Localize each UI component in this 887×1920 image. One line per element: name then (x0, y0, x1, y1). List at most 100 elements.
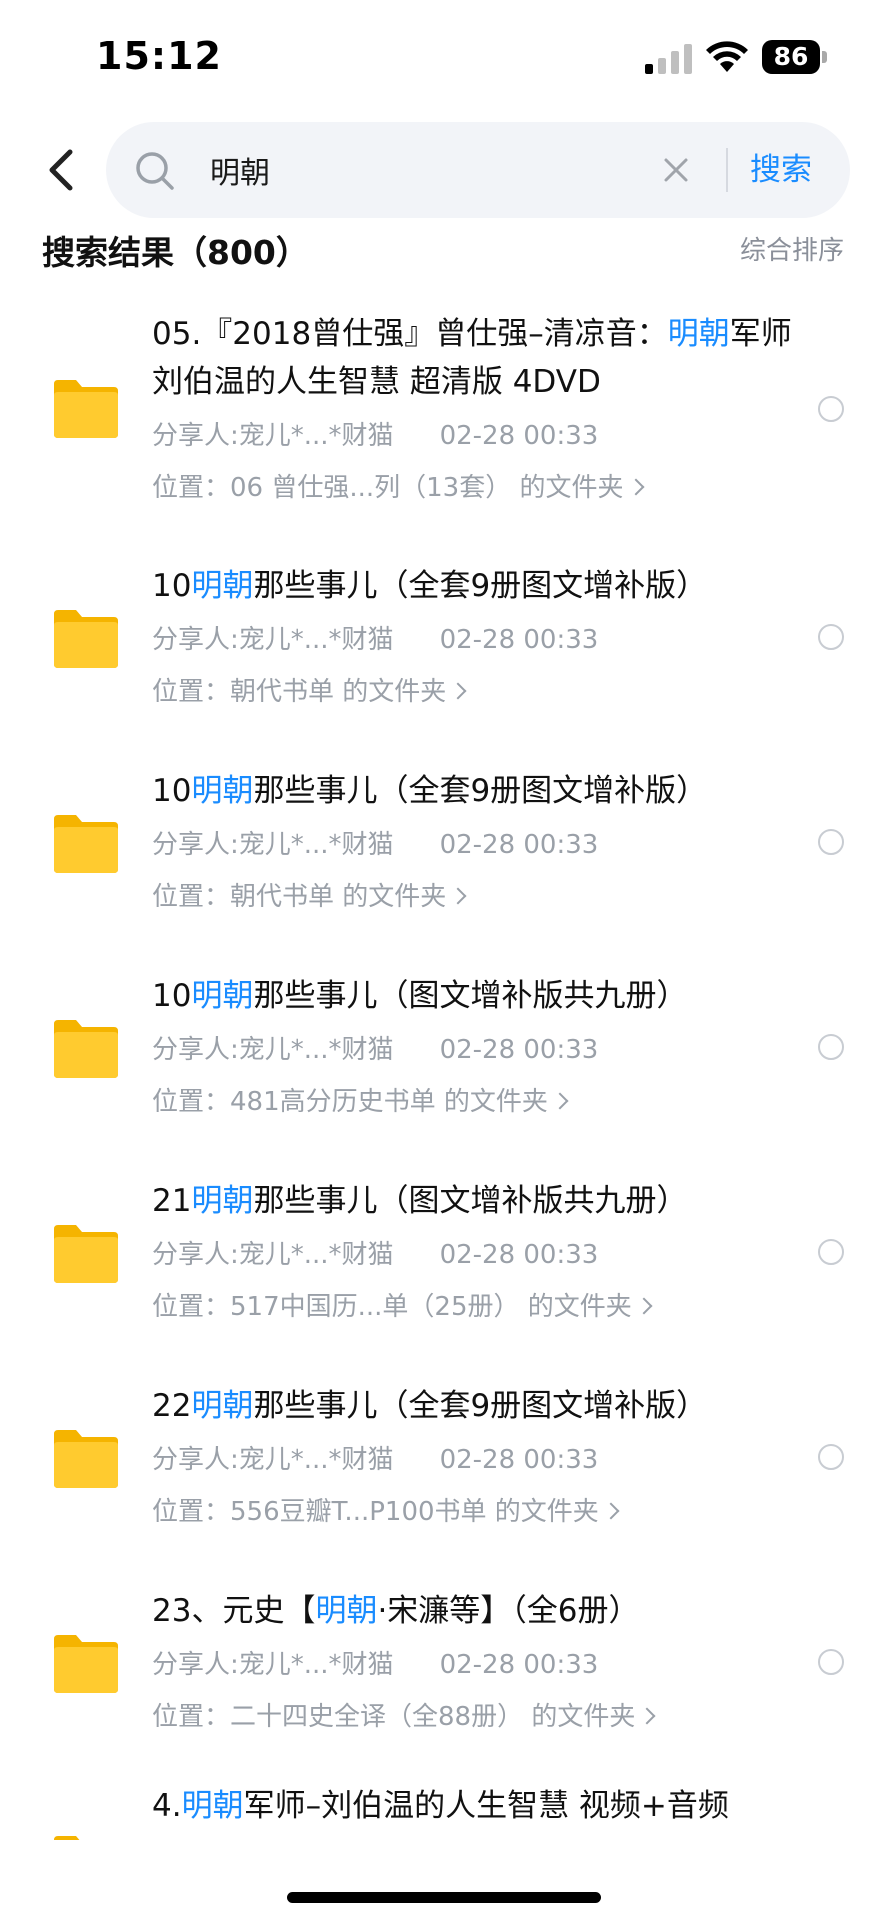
item-sharer: 分享人:宠儿*...*财猫 (152, 1445, 394, 1475)
search-box[interactable]: 搜索 (106, 122, 850, 218)
title-keyword: 明朝 (191, 568, 254, 604)
list-item[interactable]: 4.明朝军师–刘伯温的人生智慧 视频+音频 (0, 1782, 887, 1840)
item-location[interactable]: 位置：517中国历...单（25册） 的文件夹 (152, 1287, 792, 1327)
folder-icon (54, 1430, 118, 1488)
item-location[interactable]: 位置：二十四史全译（全88册） 的文件夹 (152, 1697, 792, 1737)
item-text: 10明朝那些事儿（全套9册图文增补版） 分享人:宠儿*...*财猫 02-28 0… (152, 562, 792, 712)
folder-icon (54, 380, 118, 438)
select-radio[interactable] (818, 624, 844, 650)
folder-icon (54, 1635, 118, 1693)
title-keyword: 明朝 (667, 316, 730, 352)
list-item[interactable]: 21明朝那些事儿（图文增补版共九册） 分享人:宠儿*...*财猫 02-28 00… (0, 1167, 887, 1337)
title-text: 4. (152, 1788, 182, 1824)
search-divider (726, 148, 728, 192)
item-text: 22明朝那些事儿（全套9册图文增补版） 分享人:宠儿*...*财猫 02-28 0… (152, 1382, 792, 1532)
back-arrow-icon[interactable] (40, 142, 84, 198)
item-date: 02-28 00:33 (439, 1650, 599, 1680)
item-text: 10明朝那些事儿（全套9册图文增补版） 分享人:宠儿*...*财猫 02-28 0… (152, 767, 792, 917)
item-text: 4.明朝军师–刘伯温的人生智慧 视频+音频 (152, 1782, 792, 1830)
list-item[interactable]: 10明朝那些事儿（图文增补版共九册） 分享人:宠儿*...*财猫 02-28 00… (0, 962, 887, 1132)
search-bar-row: 搜索 (0, 120, 887, 220)
select-radio[interactable] (818, 829, 844, 855)
item-text: 23、元史【明朝·宋濂等】（全6册） 分享人:宠儿*...*财猫 02-28 00… (152, 1587, 792, 1737)
location-text: 位置：朝代书单 的文件夹 (152, 882, 447, 912)
results-header: 搜索结果（800） 综合排序 (42, 218, 848, 278)
list-item[interactable]: 10明朝那些事儿（全套9册图文增补版） 分享人:宠儿*...*财猫 02-28 0… (0, 552, 887, 722)
item-text: 05.『2018曾仕强』曾仕强–清凉音：明朝军师刘伯温的人生智慧 超清版 4DV… (152, 310, 792, 508)
title-keyword: 明朝 (191, 773, 254, 809)
title-text: 10 (152, 773, 192, 809)
item-location[interactable]: 位置：朝代书单 的文件夹 (152, 672, 792, 712)
folder-icon (54, 815, 118, 873)
home-indicator[interactable] (287, 1892, 601, 1903)
select-radio[interactable] (818, 1239, 844, 1265)
item-meta: 分享人:宠儿*...*财猫 02-28 00:33 (152, 620, 792, 660)
title-text: 23、元史【 (152, 1593, 316, 1629)
item-date: 02-28 00:33 (439, 1035, 599, 1065)
item-date: 02-28 00:33 (439, 1445, 599, 1475)
title-text: 那些事儿（全套9册图文增补版） (253, 1388, 708, 1424)
chevron-right-icon (551, 1092, 569, 1109)
title-keyword: 明朝 (315, 1593, 378, 1629)
item-date: 02-28 00:33 (439, 421, 599, 451)
chevron-right-icon (638, 1707, 656, 1724)
item-location[interactable]: 位置：556豆瓣T...P100书单 的文件夹 (152, 1492, 792, 1532)
chevron-right-icon (449, 682, 467, 699)
search-button[interactable]: 搜索 (750, 144, 812, 189)
wifi-icon (706, 41, 748, 72)
item-title: 23、元史【明朝·宋濂等】（全6册） (152, 1587, 792, 1635)
title-text: 那些事儿（图文增补版共九册） (253, 978, 688, 1014)
title-text: 那些事儿（全套9册图文增补版） (253, 773, 708, 809)
location-text: 位置：556豆瓣T...P100书单 的文件夹 (152, 1497, 599, 1527)
battery-level: 86 (762, 40, 820, 74)
status-time: 15:12 (96, 34, 222, 78)
item-sharer: 分享人:宠儿*...*财猫 (152, 625, 394, 655)
item-text: 10明朝那些事儿（图文增补版共九册） 分享人:宠儿*...*财猫 02-28 00… (152, 972, 792, 1122)
title-text: 10 (152, 978, 192, 1014)
title-text: ·宋濂等】（全6册） (377, 1593, 640, 1629)
select-radio[interactable] (818, 396, 844, 422)
item-date: 02-28 00:33 (439, 1240, 599, 1270)
item-meta: 分享人:宠儿*...*财猫 02-28 00:33 (152, 1030, 792, 1070)
title-text: 那些事儿（全套9册图文增补版） (253, 568, 708, 604)
location-text: 位置：481高分历史书单 的文件夹 (152, 1087, 548, 1117)
list-item[interactable]: 23、元史【明朝·宋濂等】（全6册） 分享人:宠儿*...*财猫 02-28 00… (0, 1577, 887, 1747)
item-location[interactable]: 位置：06 曾仕强...列（13套） 的文件夹 (152, 468, 792, 508)
title-text: 21 (152, 1183, 192, 1219)
item-meta: 分享人:宠儿*...*财猫 02-28 00:33 (152, 1645, 792, 1685)
folder-icon (54, 1225, 118, 1283)
item-sharer: 分享人:宠儿*...*财猫 (152, 1035, 394, 1065)
item-title: 10明朝那些事儿（全套9册图文增补版） (152, 767, 792, 815)
title-text: 那些事儿（图文增补版共九册） (253, 1183, 688, 1219)
item-title: 4.明朝军师–刘伯温的人生智慧 视频+音频 (152, 1782, 792, 1830)
item-location[interactable]: 位置：481高分历史书单 的文件夹 (152, 1082, 792, 1122)
item-title: 21明朝那些事儿（图文增补版共九册） (152, 1177, 792, 1225)
select-radio[interactable] (818, 1649, 844, 1675)
sort-button[interactable]: 综合排序 (740, 230, 844, 267)
results-title: 搜索结果（800） (42, 233, 309, 272)
item-date: 02-28 00:33 (439, 625, 599, 655)
list-item[interactable]: 22明朝那些事儿（全套9册图文增补版） 分享人:宠儿*...*财猫 02-28 0… (0, 1372, 887, 1542)
item-title: 22明朝那些事儿（全套9册图文增补版） (152, 1382, 792, 1430)
item-location[interactable]: 位置：朝代书单 的文件夹 (152, 877, 792, 917)
item-title: 10明朝那些事儿（图文增补版共九册） (152, 972, 792, 1020)
list-item[interactable]: 10明朝那些事儿（全套9册图文增补版） 分享人:宠儿*...*财猫 02-28 0… (0, 757, 887, 927)
select-radio[interactable] (818, 1444, 844, 1470)
location-text: 位置：517中国历...单（25册） 的文件夹 (152, 1292, 632, 1322)
location-text: 位置：06 曾仕强...列（13套） 的文件夹 (152, 473, 624, 503)
item-sharer: 分享人:宠儿*...*财猫 (152, 421, 394, 451)
chevron-right-icon (635, 1297, 653, 1314)
item-meta: 分享人:宠儿*...*财猫 02-28 00:33 (152, 825, 792, 865)
folder-icon (54, 610, 118, 668)
status-bar: 15:12 86 (0, 0, 887, 110)
list-item[interactable]: 05.『2018曾仕强』曾仕强–清凉音：明朝军师刘伯温的人生智慧 超清版 4DV… (0, 300, 887, 510)
item-sharer: 分享人:宠儿*...*财猫 (152, 830, 394, 860)
clear-icon[interactable] (658, 152, 694, 188)
search-input[interactable] (210, 142, 730, 198)
title-text: 05.『2018曾仕强』曾仕强–清凉音： (152, 316, 668, 352)
chevron-right-icon (627, 478, 644, 495)
cellular-signal-icon (645, 44, 692, 74)
item-sharer: 分享人:宠儿*...*财猫 (152, 1240, 394, 1270)
select-radio[interactable] (818, 1034, 844, 1060)
chevron-right-icon (602, 1502, 620, 1519)
